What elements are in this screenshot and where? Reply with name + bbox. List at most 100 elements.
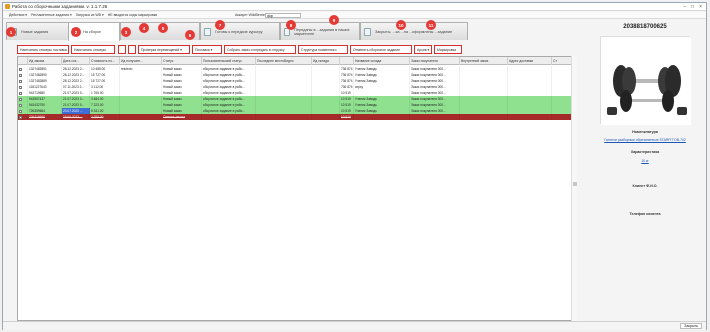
table-cell (354, 114, 410, 120)
checkbox-icon[interactable] (19, 67, 22, 71)
col-header[interactable]: Последнее местоВидно (256, 57, 312, 65)
col-header[interactable]: Стоимость по... (90, 57, 120, 65)
menu-scheduled-tasks[interactable]: Регламентные задания ▾ (31, 13, 72, 17)
table-cell (256, 114, 312, 120)
account-label: Аккаунт WildBerries: (235, 13, 268, 17)
main-window: Работа со сборочными заданиями. v. 1.1.7… (2, 2, 707, 330)
print-stickers-button[interactable]: Напечатать стикеры (71, 45, 115, 54)
checkbox-icon[interactable] (19, 103, 22, 107)
orders-table: Ид заказа Дата соз... Стоимость по... Ид… (17, 56, 577, 321)
title-bar: Работа со сборочными заданиями. v. 1.1.7… (3, 3, 706, 11)
barcode-text: 2038818700625 (623, 24, 667, 30)
checkbox-icon[interactable] (19, 85, 22, 89)
details-panel: 2038818700625 Номенклатура Гантели разбо… (586, 22, 704, 322)
table-cell (552, 114, 572, 120)
tab-label: Готовы к передаче курьеру (215, 29, 263, 34)
collect-order-button[interactable]: Собрать заказ и передать в отгрузку (224, 45, 296, 54)
table-cell (460, 114, 508, 120)
row-checkbox[interactable] (18, 114, 28, 120)
col-header[interactable]: Ст (552, 57, 572, 65)
callout-badge: 6 (185, 30, 195, 40)
col-header[interactable]: Адрес доставки (508, 57, 552, 65)
callout-badge: 5 (158, 23, 168, 33)
col-header[interactable] (18, 57, 28, 65)
checkbox-icon[interactable] (19, 115, 22, 119)
table-cell (508, 114, 552, 120)
col-header[interactable]: Название склада (354, 57, 410, 65)
product-image (600, 36, 691, 125)
nomenclature-link[interactable]: Гантели разборные обрезиненные STARFIT D… (586, 138, 704, 142)
callout-badge: 2 (71, 27, 81, 37)
history-dropdown[interactable]: Архив ▾ (414, 45, 432, 54)
callout-badge: 7 (215, 20, 225, 30)
phone-label: Телефон клиента (629, 212, 661, 216)
menu-no-marking[interactable]: НЕ вводятся коды маркировки (108, 13, 158, 17)
col-header[interactable]: Ид склада (312, 57, 340, 65)
check-moves-dropdown[interactable]: Проверка перемещений ▾ (138, 45, 190, 54)
structure-button[interactable]: Структура поименного (298, 45, 348, 54)
scrollbar-thumb[interactable] (573, 182, 577, 186)
cancel-order-button[interactable]: Отменить сборочное задание (350, 45, 412, 54)
callout-badge: 8 (286, 20, 296, 30)
marking-button[interactable]: Маркировка (434, 45, 462, 54)
account-field[interactable]: фор (265, 13, 301, 18)
menu-load-wb[interactable]: Загрузка из WB ▾ (76, 13, 104, 17)
callout-badge: 10 (396, 20, 406, 30)
toolbar: Напечатать стикеры поставок Напечатать с… (17, 45, 587, 54)
delivery-dropdown[interactable]: Поставка ▾ (192, 45, 222, 54)
checkbox-icon[interactable] (19, 97, 22, 101)
props-link[interactable]: 10 кг (586, 159, 704, 163)
toolbar-button-4[interactable] (128, 45, 136, 54)
table-header: Ид заказа Дата соз... Стоимость по... Ид… (18, 57, 576, 65)
table-cell: 19.06.2023 ... (62, 114, 90, 120)
close-button[interactable]: Закрыть (680, 323, 702, 329)
callout-badge: 4 (139, 23, 149, 33)
table-cell (312, 114, 340, 120)
truck-icon (204, 27, 211, 36)
close-icon[interactable]: × (699, 4, 702, 10)
table-cell: 2 765.00 (90, 114, 120, 120)
tab-label: Переданы в ...задания в наших маркетинге (294, 27, 350, 36)
table-cell (120, 114, 162, 120)
app-icon (5, 4, 10, 9)
closed-icon (364, 27, 371, 36)
table-scrollbar[interactable] (571, 56, 577, 321)
minimize-icon[interactable]: – (683, 4, 686, 10)
nomenclature-label: Номенклатура (632, 130, 658, 134)
table-cell: Отмена заказа (162, 114, 202, 120)
checkbox-icon[interactable] (19, 73, 22, 77)
window-title: Работа со сборочными заданиями. v. 1.1.7… (12, 4, 108, 9)
tabs-row: Новые задания На сборке Готовы к передач… (6, 22, 586, 41)
print-orders-button[interactable]: Напечатать стикеры поставок (17, 45, 69, 54)
client-label: Клиент Ф.И.О. (632, 184, 658, 188)
checkbox-icon[interactable] (19, 109, 22, 113)
tab-label: Закрыты, ...ка ...на ...оформлены ...зад… (375, 29, 453, 34)
tab-ready-courier[interactable]: Готовы к передаче курьеру (200, 22, 280, 40)
table-cell (202, 114, 256, 120)
checkbox-icon[interactable] (19, 79, 22, 83)
table-cell: 726418666 (28, 114, 62, 120)
maximize-icon[interactable]: □ (691, 4, 694, 10)
col-header[interactable]: Заказ покупателя (410, 57, 460, 65)
col-header[interactable]: Внутренний заказ (460, 57, 508, 65)
tab-label: На сборке (83, 30, 102, 34)
col-header[interactable]: Ид получате... (120, 57, 162, 65)
callout-badge: 3 (121, 27, 131, 37)
col-header[interactable]: Статус (162, 57, 202, 65)
checkbox-icon[interactable] (19, 91, 22, 95)
callout-badge: 11 (426, 20, 436, 30)
col-header[interactable]: Ид заказа (28, 57, 62, 65)
table-cell: 10 519 (340, 114, 354, 120)
dumbbells-image (601, 37, 691, 125)
table-cell (410, 114, 460, 120)
col-header[interactable] (340, 57, 354, 65)
tab-closed[interactable]: Закрыты, ...ка ...на ...оформлены ...зад… (360, 22, 468, 40)
menu-actions[interactable]: Действия ▾ (9, 13, 27, 17)
props-label: Характеристика (630, 150, 660, 154)
toolbar-button-3[interactable] (118, 45, 126, 54)
table-row[interactable]: 726418666 19.06.2023 ... 2 765.00 Отмена за… (18, 114, 576, 120)
status-bar: Закрыть (3, 321, 706, 330)
col-header[interactable]: Дата соз... (62, 57, 90, 65)
menu-bar: Действия ▾ Регламентные задания ▾ Загруз… (3, 12, 706, 19)
col-header[interactable]: Пользовательский статус (202, 57, 256, 65)
